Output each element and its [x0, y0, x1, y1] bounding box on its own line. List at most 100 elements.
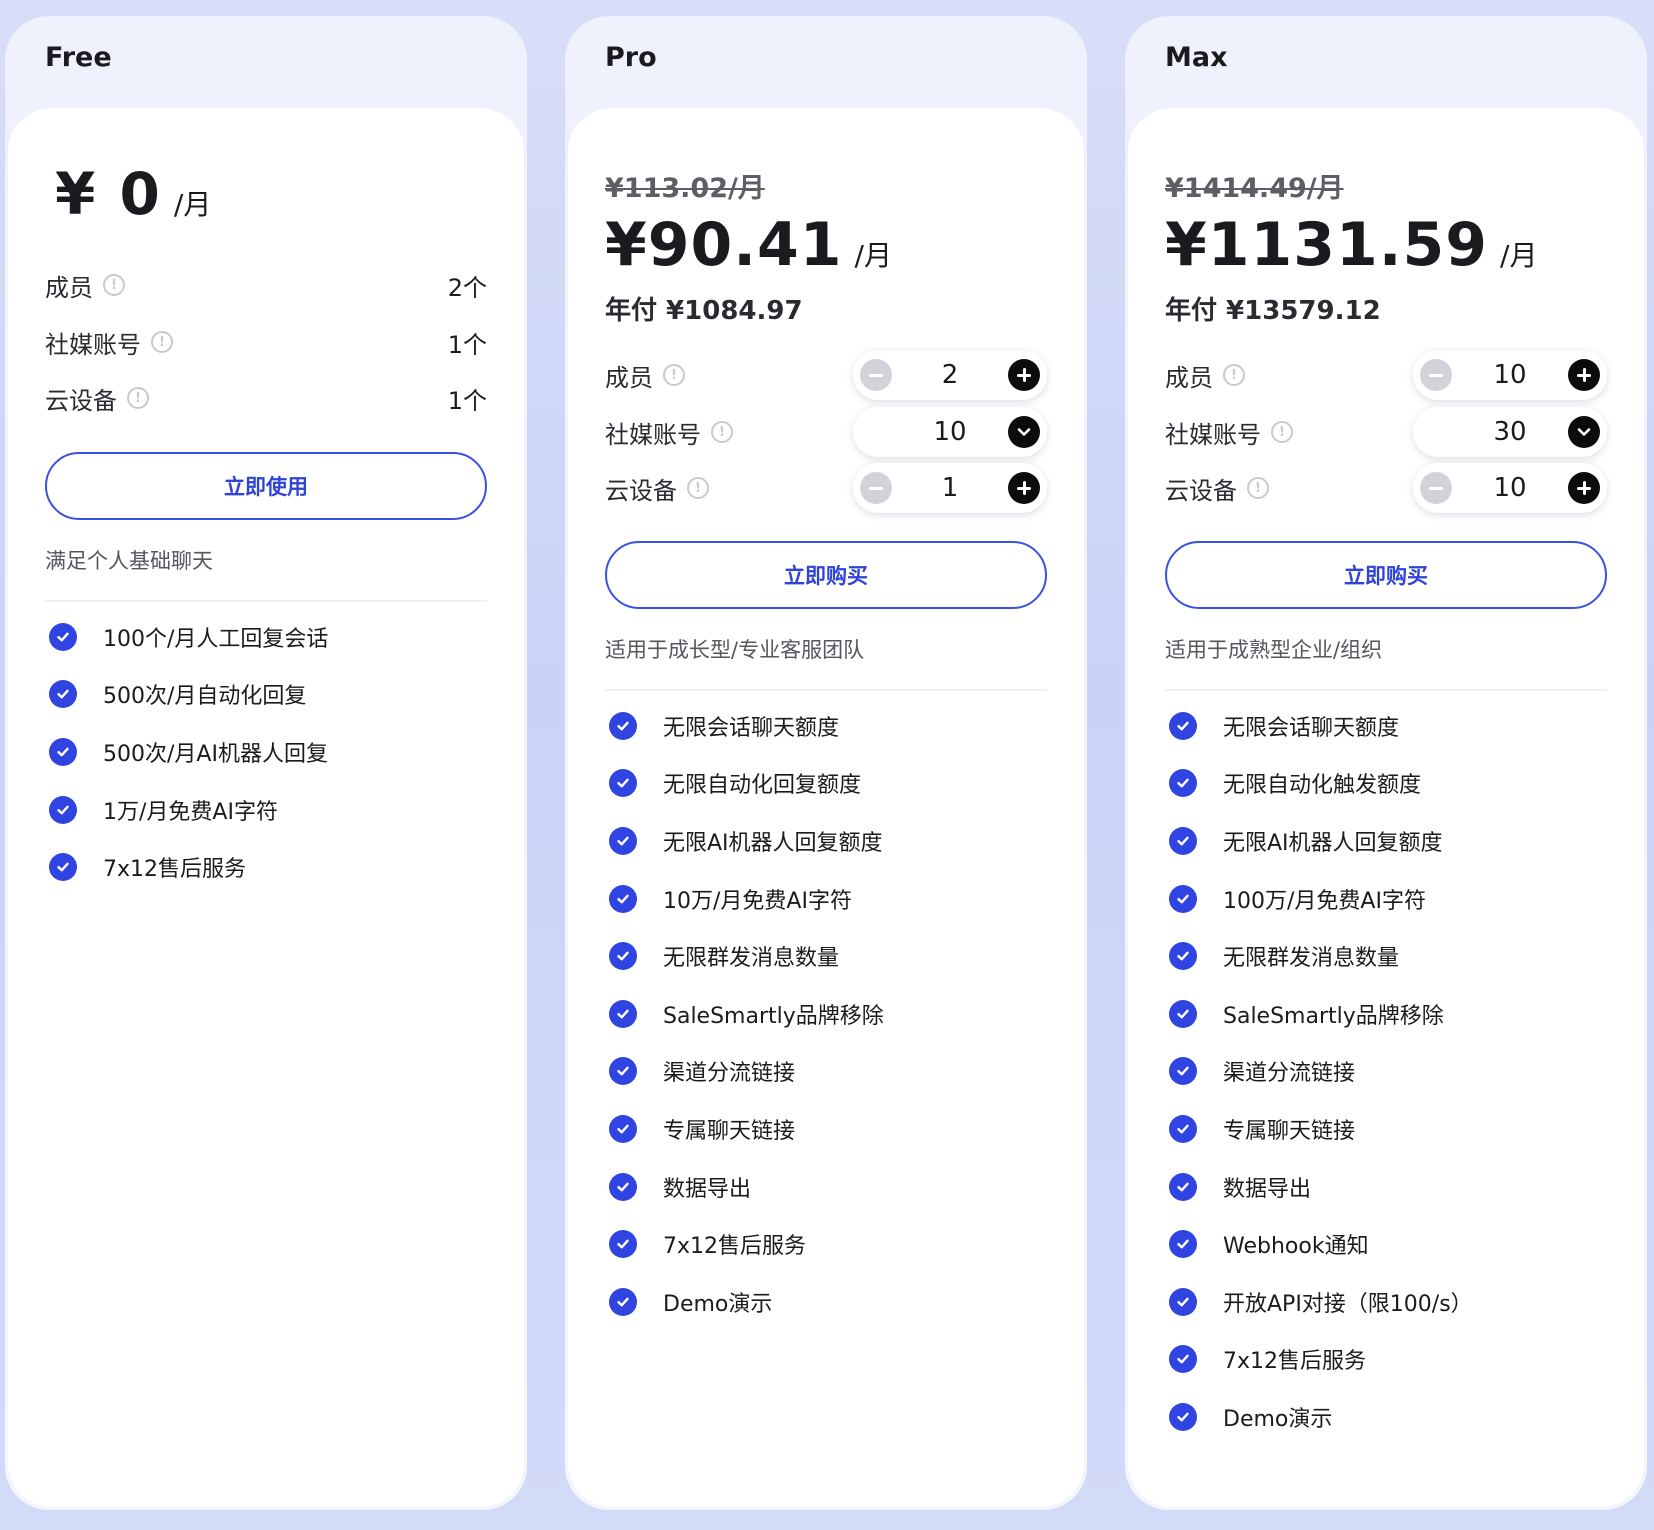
divider	[45, 600, 487, 602]
plus-circle-icon[interactable]	[1008, 359, 1040, 391]
feature-text: 专属聊天链接	[1223, 1118, 1356, 1144]
select-value: 10	[933, 417, 967, 447]
info-circle-icon[interactable]: !	[151, 331, 173, 353]
feature-text: 7x12售后服务	[663, 1234, 807, 1260]
info-circle-icon[interactable]: !	[103, 274, 125, 296]
quota-row-social-accounts: 社媒账号 ! 10	[605, 407, 1047, 457]
quota-label: 云设备	[45, 386, 117, 415]
check-circle-icon	[609, 769, 637, 798]
check-circle-icon	[1169, 1114, 1197, 1143]
members-stepper[interactable]: 2	[853, 350, 1047, 400]
feature-text: 开放API对接（限100/s）	[1223, 1291, 1473, 1317]
check-circle-icon	[1169, 1057, 1197, 1086]
list-item: Webhook通知	[1165, 1215, 1607, 1273]
info-circle-icon[interactable]: !	[687, 477, 709, 499]
feature-text: SaleSmartly品牌移除	[1223, 1003, 1444, 1029]
info-circle-icon[interactable]: !	[1271, 421, 1293, 443]
quota-label: 云设备	[1165, 476, 1237, 505]
check-circle-icon	[1169, 1345, 1197, 1374]
minus-circle-icon[interactable]	[860, 359, 892, 391]
feature-text: 数据导出	[663, 1176, 752, 1202]
chevron-down-icon[interactable]	[1568, 416, 1600, 448]
stepper-value: 1	[941, 473, 959, 503]
plus-circle-icon[interactable]	[1568, 472, 1600, 504]
check-circle-icon	[1169, 1402, 1197, 1431]
plan-card-body: ¥ 0 /月 成员 ! 2个 社媒账号 ! 1个 云设备 ! 1个 立即使用 满…	[8, 108, 524, 1507]
check-circle-icon	[609, 942, 637, 971]
list-item: SaleSmartly品牌移除	[1165, 985, 1607, 1043]
chevron-down-icon[interactable]	[1008, 416, 1040, 448]
feature-list: 100个/月人工回复会话 500次/月自动化回复 500次/月AI机器人回复 1…	[45, 608, 487, 896]
plan-card-max: Max ¥1414.49/月 ¥1131.59 /月 年付 ¥13579.12 …	[1125, 16, 1647, 1510]
feature-text: 无限自动化回复额度	[663, 773, 862, 799]
feature-text: 7x12售后服务	[103, 857, 247, 883]
buy-now-button[interactable]: 立即购买	[605, 541, 1047, 609]
list-item: 7x12售后服务	[1165, 1331, 1607, 1389]
check-circle-icon	[609, 1172, 637, 1201]
list-item: 100万/月免费AI字符	[1165, 870, 1607, 928]
feature-text: 无限群发消息数量	[1223, 946, 1400, 972]
check-circle-icon	[1169, 1172, 1197, 1201]
minus-circle-icon[interactable]	[1420, 359, 1452, 391]
check-circle-icon	[609, 1057, 637, 1086]
quota-value: 1个	[447, 330, 487, 359]
quota-label: 社媒账号	[605, 420, 701, 449]
feature-text: 100万/月免费AI字符	[1223, 888, 1426, 914]
check-circle-icon	[609, 999, 637, 1028]
list-item: 无限自动化触发额度	[1165, 755, 1607, 813]
check-circle-icon	[1169, 942, 1197, 971]
info-circle-icon[interactable]: !	[711, 421, 733, 443]
price-unit: /月	[854, 239, 892, 272]
check-circle-icon	[49, 795, 77, 824]
social-accounts-select[interactable]: 30	[1413, 407, 1607, 457]
quota-row-cloud-devices: 云设备 ! 1个	[45, 373, 487, 423]
list-item: 7x12售后服务	[45, 838, 487, 896]
list-item: 7x12售后服务	[605, 1215, 1047, 1273]
quota-label: 社媒账号	[45, 330, 141, 359]
social-accounts-select[interactable]: 10	[853, 407, 1047, 457]
feature-text: 无限AI机器人回复额度	[663, 830, 883, 856]
check-circle-icon	[609, 1114, 637, 1143]
plan-card-free: Free ¥ 0 /月 成员 ! 2个 社媒账号 ! 1个 云设备 ! 1个 立…	[5, 16, 527, 1510]
annual-price: 年付 ¥13579.12	[1165, 296, 1381, 326]
info-circle-icon[interactable]: !	[1247, 477, 1269, 499]
feature-text: 1万/月免费AI字符	[103, 799, 278, 825]
quota-label: 社媒账号	[1165, 420, 1261, 449]
plus-circle-icon[interactable]	[1568, 359, 1600, 391]
price-value: ¥90.41	[605, 210, 843, 280]
buy-now-button[interactable]: 立即购买	[1165, 541, 1607, 609]
divider	[1165, 689, 1607, 691]
feature-text: SaleSmartly品牌移除	[663, 1003, 884, 1029]
minus-circle-icon[interactable]	[1420, 472, 1452, 504]
plus-circle-icon[interactable]	[1008, 472, 1040, 504]
list-item: 无限群发消息数量	[605, 927, 1047, 985]
info-circle-icon[interactable]: !	[127, 387, 149, 409]
minus-circle-icon[interactable]	[860, 472, 892, 504]
price-value: ¥1131.59	[1165, 210, 1489, 280]
check-circle-icon	[1169, 884, 1197, 913]
quota-value: 1个	[447, 386, 487, 415]
feature-text: Demo演示	[1223, 1406, 1333, 1432]
cloud-devices-stepper[interactable]: 1	[853, 463, 1047, 513]
feature-text: 500次/月自动化回复	[103, 684, 307, 710]
quota-row-members: 成员 ! 10	[1165, 350, 1607, 400]
members-stepper[interactable]: 10	[1413, 350, 1607, 400]
list-item: 无限会话聊天额度	[605, 697, 1047, 755]
check-circle-icon	[1169, 999, 1197, 1028]
feature-text: 无限会话聊天额度	[1223, 715, 1400, 741]
list-item: Demo演示	[605, 1273, 1047, 1331]
cloud-devices-stepper[interactable]: 10	[1413, 463, 1607, 513]
feature-text: 专属聊天链接	[663, 1118, 796, 1144]
feature-text: 无限AI机器人回复额度	[1223, 830, 1443, 856]
quota-value: 2个	[447, 273, 487, 302]
original-price: ¥1414.49/月	[1165, 173, 1344, 204]
list-item: Demo演示	[1165, 1388, 1607, 1446]
feature-list: 无限会话聊天额度 无限自动化回复额度 无限AI机器人回复额度 10万/月免费AI…	[605, 697, 1047, 1331]
use-now-button[interactable]: 立即使用	[45, 452, 487, 520]
feature-list: 无限会话聊天额度 无限自动化触发额度 无限AI机器人回复额度 100万/月免费A…	[1165, 697, 1607, 1446]
info-circle-icon[interactable]: !	[663, 364, 685, 386]
plan-name: Pro	[605, 42, 657, 73]
feature-text: 10万/月免费AI字符	[663, 888, 852, 914]
info-circle-icon[interactable]: !	[1223, 364, 1245, 386]
quota-label: 云设备	[605, 476, 677, 505]
